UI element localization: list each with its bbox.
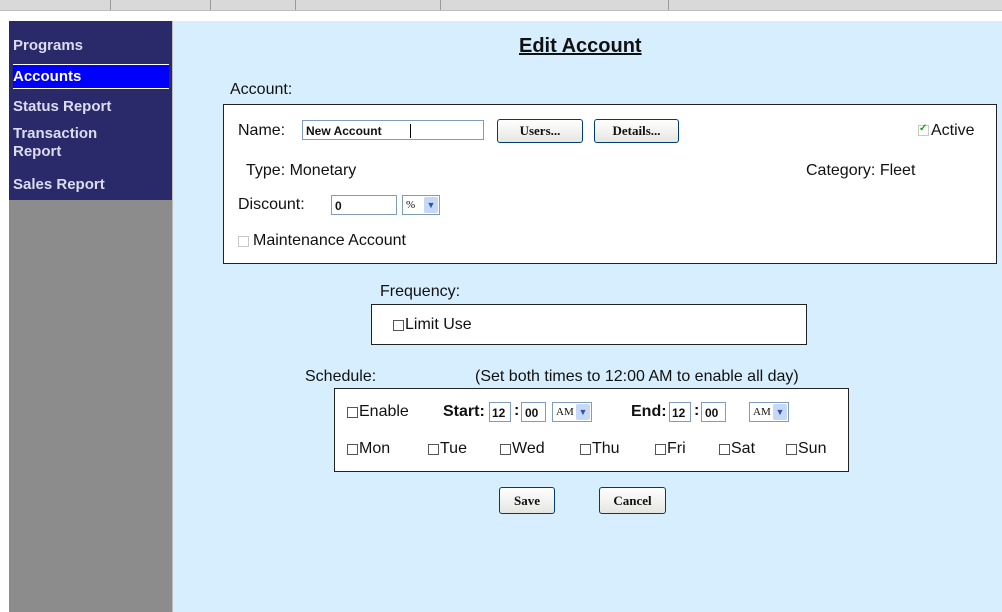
maintenance-account-label: Maintenance Account: [253, 232, 406, 249]
discount-input[interactable]: 0: [331, 195, 397, 215]
tab-separator: [295, 0, 296, 10]
discount-label: Discount:: [238, 196, 305, 213]
frequency-section-label: Frequency:: [380, 283, 461, 300]
chevron-down-icon: ▼: [424, 197, 438, 213]
details-button[interactable]: Details...: [594, 119, 679, 143]
limit-use-label: Limit Use: [405, 316, 472, 333]
cancel-button[interactable]: Cancel: [599, 487, 666, 514]
end-minute-value: 00: [705, 406, 719, 420]
end-time-separator: :: [694, 402, 700, 419]
day-label-sat: Sat: [731, 440, 756, 457]
day-checkbox-wed[interactable]: [500, 444, 511, 455]
day-label-fri: Fri: [667, 440, 686, 457]
sidebar-item-programs[interactable]: Programs: [13, 37, 169, 54]
start-time-separator: :: [514, 402, 520, 419]
day-label-sun: Sun: [798, 440, 827, 457]
top-tab-strip: [0, 0, 1002, 11]
end-minute-input[interactable]: 00: [701, 402, 726, 422]
name-label: Name:: [238, 122, 286, 139]
start-ampm-select[interactable]: AM ▼: [552, 402, 592, 422]
chevron-down-icon: ▼: [773, 404, 787, 420]
sidebar-nav-panel: Programs Accounts Status Report Transact…: [9, 21, 172, 200]
frequency-panel: Limit Use: [371, 304, 807, 345]
start-minute-input[interactable]: 00: [521, 402, 546, 422]
tab-separator: [110, 0, 111, 10]
day-checkbox-thu[interactable]: [580, 444, 591, 455]
save-button[interactable]: Save: [499, 487, 555, 514]
day-checkbox-sat[interactable]: [719, 444, 730, 455]
end-ampm-select[interactable]: AM ▼: [749, 402, 789, 422]
account-section-label: Account:: [230, 81, 293, 98]
limit-use-checkbox[interactable]: [393, 320, 404, 331]
main-content: Edit Account Account: Name: New Account …: [172, 21, 1002, 612]
name-input[interactable]: New Account: [302, 120, 484, 140]
users-button[interactable]: Users...: [497, 119, 583, 143]
discount-input-value: 0: [335, 199, 342, 213]
category-text: Category: Fleet: [806, 162, 916, 179]
type-text: Type: Monetary: [246, 162, 357, 179]
day-label-mon: Mon: [359, 440, 391, 457]
day-checkbox-mon[interactable]: [347, 444, 358, 455]
schedule-hint: (Set both times to 12:00 AM to enable al…: [475, 368, 799, 385]
start-hour-value: 12: [492, 406, 506, 420]
sidebar-item-sales-report[interactable]: Sales Report: [13, 176, 169, 193]
discount-unit-value: %: [406, 199, 416, 211]
start-ampm-value: AM: [556, 406, 574, 418]
day-checkbox-tue[interactable]: [428, 444, 439, 455]
account-panel: Name: New Account Users... Details... Ac…: [223, 104, 997, 264]
maintenance-account-checkbox[interactable]: [238, 236, 249, 247]
start-label: Start:: [443, 403, 485, 420]
day-label-thu: Thu: [592, 440, 620, 457]
sidebar-item-transaction-report[interactable]: Transaction: [13, 125, 169, 142]
day-label-wed: Wed: [512, 440, 545, 457]
day-checkbox-fri[interactable]: [655, 444, 666, 455]
start-hour-input[interactable]: 12: [489, 402, 511, 422]
end-label: End:: [631, 403, 667, 420]
active-checkbox[interactable]: [918, 123, 929, 136]
tab-separator: [210, 0, 211, 10]
end-hour-input[interactable]: 12: [669, 402, 691, 422]
day-checkbox-sun[interactable]: [786, 444, 797, 455]
day-label-tue: Tue: [440, 440, 467, 457]
text-caret: [410, 124, 411, 138]
sidebar-item-transaction-report-line2[interactable]: Report: [13, 143, 169, 160]
schedule-panel: Enable Start: 12 : 00 AM ▼ End: 12 : 00 …: [334, 388, 849, 472]
chevron-down-icon: ▼: [576, 404, 590, 420]
discount-unit-select[interactable]: % ▼: [402, 195, 440, 215]
enable-label: Enable: [359, 403, 409, 420]
name-input-value: New Account: [306, 124, 382, 138]
sidebar: Programs Accounts Status Report Transact…: [9, 21, 172, 612]
tab-separator: [440, 0, 441, 10]
sidebar-item-accounts[interactable]: Accounts: [13, 64, 169, 89]
enable-checkbox[interactable]: [347, 407, 358, 418]
end-hour-value: 12: [672, 406, 686, 420]
schedule-section-label: Schedule:: [305, 368, 377, 385]
page-title: Edit Account: [519, 35, 642, 57]
start-minute-value: 00: [525, 406, 539, 420]
tab-separator: [668, 0, 669, 10]
active-label: Active: [931, 122, 975, 139]
sidebar-item-status-report[interactable]: Status Report: [13, 98, 169, 115]
end-ampm-value: AM: [753, 406, 771, 418]
